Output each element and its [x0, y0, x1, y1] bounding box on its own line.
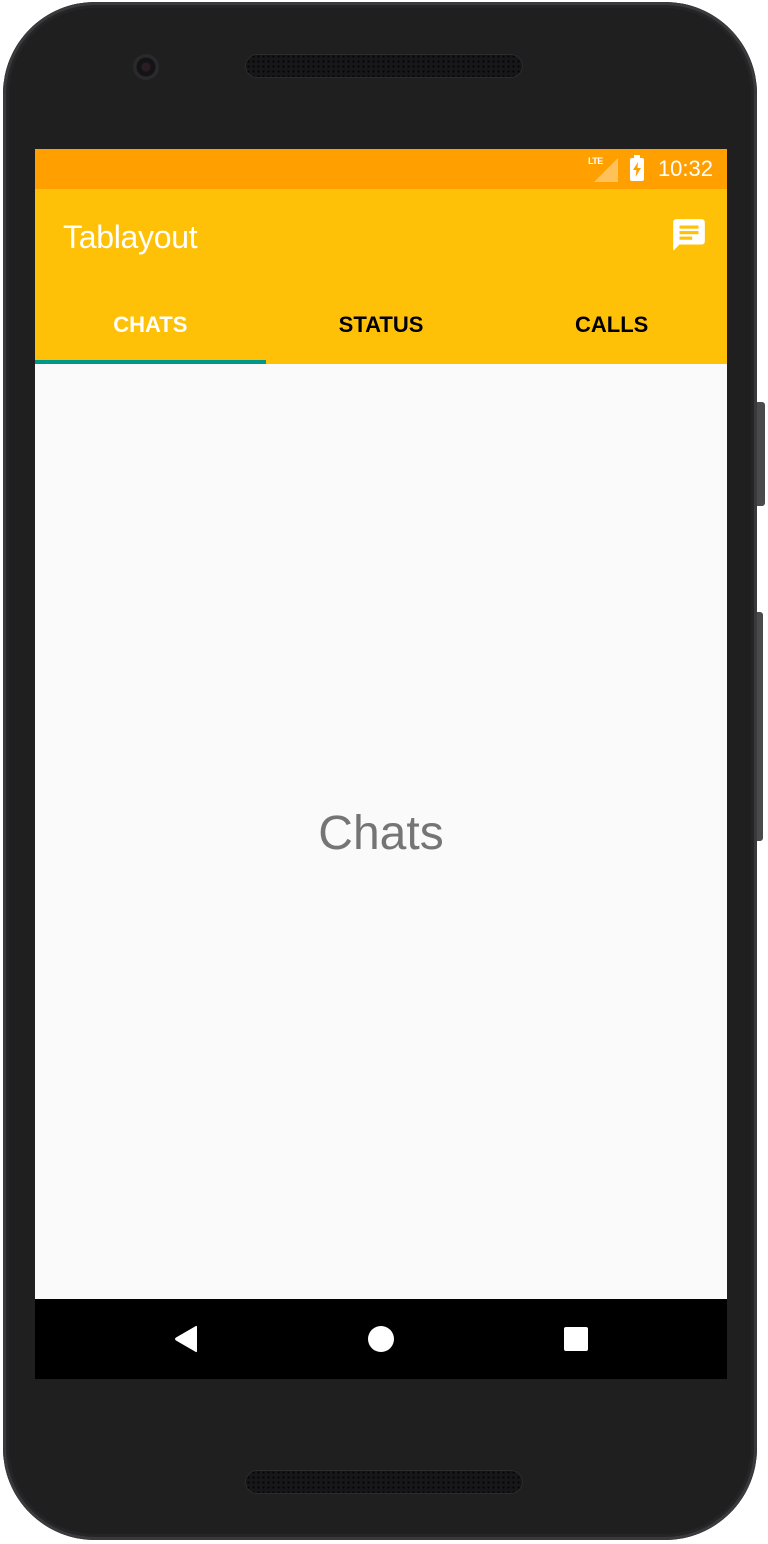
screen: LTE 10:32 Tablayout CHATS STATUS CALLS C… [35, 149, 727, 1379]
tab-status[interactable]: STATUS [266, 285, 497, 364]
recents-button[interactable] [556, 1319, 596, 1359]
tab-label: CALLS [575, 311, 649, 337]
battery-charging-icon [629, 154, 644, 181]
tab-label: STATUS [338, 311, 424, 337]
back-button[interactable] [166, 1319, 206, 1359]
app-title: Tablayout [63, 219, 198, 255]
chat-message-icon [673, 219, 705, 251]
power-button[interactable] [757, 402, 765, 506]
tab-chats[interactable]: CHATS [35, 285, 266, 364]
tab-layout: CHATS STATUS CALLS [35, 285, 727, 364]
navigation-bar [35, 1299, 727, 1379]
tab-label: CHATS [113, 311, 188, 337]
clock: 10:32 [657, 156, 713, 181]
lte-signal-icon: LTE [588, 156, 618, 182]
home-circle-icon [368, 1326, 394, 1352]
tab-content: Chats [35, 364, 727, 1299]
status-bar: LTE 10:32 [35, 149, 727, 189]
tab-calls[interactable]: CALLS [496, 285, 727, 364]
app-toolbar: Tablayout [35, 189, 727, 285]
chat-action-button[interactable] [669, 215, 709, 255]
top-speaker-grille [245, 54, 523, 78]
volume-rocker[interactable] [757, 612, 763, 841]
recents-square-icon [564, 1327, 588, 1351]
content-label: Chats [318, 807, 444, 860]
home-button[interactable] [361, 1319, 401, 1359]
status-icons: LTE 10:32 [588, 149, 713, 189]
front-camera [133, 54, 159, 80]
back-triangle-icon [175, 1325, 197, 1353]
bottom-speaker-grille [245, 1470, 523, 1494]
